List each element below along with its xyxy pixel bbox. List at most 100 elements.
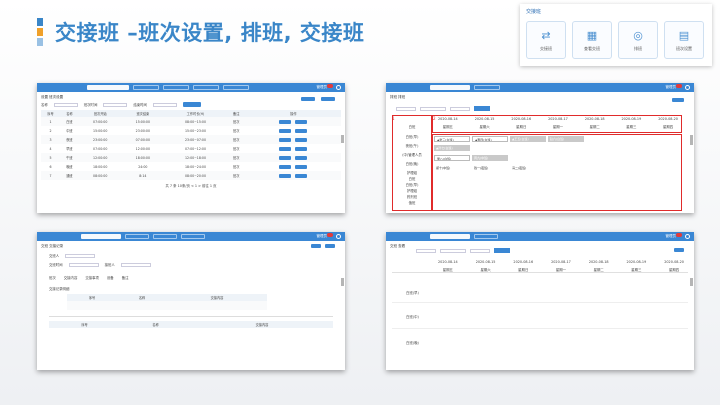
shift-settings-screenshot: 管理员 设置 班次设置 名称 班次时间 结束时间 序号 名称 班次开始 班次结束 工作… <box>37 83 345 213</box>
delete-button[interactable] <box>295 155 308 160</box>
schedule-slot[interactable]: 冯二(夜班) <box>510 165 546 171</box>
save-button[interactable] <box>311 244 321 248</box>
side-row[interactable]: 值班 <box>394 200 430 206</box>
side-row[interactable]: 白班(晚) <box>394 161 430 170</box>
feature-handover-button[interactable]: ⇄ 交接班 <box>526 21 566 59</box>
delete-button[interactable] <box>295 164 308 169</box>
settings-icon[interactable] <box>685 234 690 239</box>
side-row[interactable]: 白班(早) <box>406 290 419 295</box>
query-button[interactable] <box>474 106 490 111</box>
date-prev-input[interactable] <box>416 248 436 253</box>
table-row: 1 白班 07:00:00 15:00:00 08:00~15:00 班次 <box>41 117 341 126</box>
schedule-slot[interactable]: 钱一(夜班) <box>472 165 508 171</box>
schedule-slot[interactable]: ▲张三(白班) <box>434 136 470 142</box>
notification-badge[interactable] <box>676 233 682 237</box>
filter-label: 班次时间 <box>83 103 98 107</box>
add-schedule-button[interactable] <box>672 98 684 102</box>
schedule-slot[interactable]: 吴八(白班) <box>434 155 470 161</box>
side-row[interactable]: 白班(中) <box>406 314 419 319</box>
settings-icon[interactable] <box>336 234 341 239</box>
feature-label: 交接班 <box>540 45 552 51</box>
table-row: 5 午班 12:00:00 18:00:00 12:00~18:00 班次 <box>41 153 341 162</box>
back-button[interactable] <box>325 244 335 248</box>
feature-label: 班次设置 <box>676 45 692 51</box>
calendar-icon: ▦ <box>586 28 598 42</box>
breadcrumb: 交班 交接记录 <box>41 244 64 248</box>
end-input[interactable] <box>152 102 177 107</box>
settings-icon[interactable] <box>336 85 341 90</box>
schedule-slot[interactable]: 赵六(白班) <box>548 136 584 142</box>
scrollbar[interactable] <box>341 135 344 143</box>
form-label: 交接事项 <box>85 276 99 280</box>
shift-table: 序号 名称 班次开始 班次结束 工作时长(H) 备注 操作 1 白班 07:00:00 15:0… <box>41 110 341 180</box>
document-settings-icon: ▤ <box>678 28 690 42</box>
edit-button[interactable] <box>279 119 292 124</box>
schedule-slot[interactable]: 周九(中班) <box>472 155 508 161</box>
notification-badge[interactable] <box>327 233 333 237</box>
handover-time-input[interactable] <box>68 262 99 267</box>
delete-button[interactable] <box>295 173 308 178</box>
form-label: 设备 <box>106 276 114 280</box>
time-input[interactable] <box>103 102 128 107</box>
feature-label: 查看交班 <box>584 45 600 51</box>
scrollbar[interactable] <box>690 278 693 286</box>
export-button[interactable] <box>321 97 335 101</box>
edit-button[interactable] <box>279 128 292 133</box>
settings-icon[interactable] <box>685 85 690 90</box>
delete-button[interactable] <box>295 119 308 124</box>
date-range-input[interactable] <box>440 248 466 253</box>
edit-button[interactable] <box>279 155 292 160</box>
add-button[interactable] <box>674 248 684 252</box>
date-next-input[interactable] <box>470 248 490 253</box>
feature-label: 排班 <box>634 45 642 51</box>
handover-person-input[interactable] <box>65 253 96 258</box>
table-row: 4 早班 07:00:00 12:00:00 07:00~12:00 班次 <box>41 144 341 153</box>
delete-button[interactable] <box>295 146 308 151</box>
date-prev-input[interactable] <box>396 106 416 111</box>
side-row[interactable]: 白班 <box>394 120 430 134</box>
handover-item-table: 序号 名称 交接内容 <box>49 321 333 328</box>
schedule-slot[interactable]: 郑十(中班) <box>434 165 470 171</box>
pagination[interactable]: 共 7 条 10条/页 < 1 > 前往 1 页 <box>37 183 345 188</box>
notification-badge[interactable] <box>676 84 682 88</box>
feature-shift-settings-button[interactable]: ▤ 班次设置 <box>664 21 704 59</box>
edit-button[interactable] <box>279 164 292 169</box>
delete-button[interactable] <box>295 128 308 133</box>
scrollbar[interactable] <box>341 278 344 286</box>
title-logo <box>37 18 43 46</box>
feature-card-header: 交接班 <box>526 9 542 15</box>
side-row[interactable]: (中)管理人员 <box>394 152 430 161</box>
filter-label: 名称 <box>41 103 48 107</box>
name-input[interactable] <box>53 102 78 107</box>
schedule-slot[interactable]: ▲王五(白班) <box>510 136 546 142</box>
table-row: 3 夜班 23:00:00 07:00:00 23:00~07:00 班次 <box>41 135 341 144</box>
query-button[interactable] <box>494 248 510 253</box>
side-row[interactable]: 白班(晚) <box>406 340 419 345</box>
date-next-input[interactable] <box>450 106 470 111</box>
slide-title-bar: 交接班 –班次设置, 排班, 交接班 <box>37 17 364 47</box>
table-row <box>67 301 267 310</box>
date-range-input[interactable] <box>420 106 446 111</box>
feature-view-handover-button[interactable]: ▦ 查看交班 <box>572 21 612 59</box>
breadcrumb: 排班 排班 <box>390 95 406 99</box>
handover-detail-table: 序号 名称 交接内容 <box>67 294 267 310</box>
edit-button[interactable] <box>279 173 292 178</box>
schedule-slot[interactable]: ▲李四(白班) <box>472 136 508 142</box>
edit-button[interactable] <box>279 137 292 142</box>
delete-button[interactable] <box>295 137 308 142</box>
form-label: 交接内容 <box>63 276 78 280</box>
scrollbar[interactable] <box>690 135 693 145</box>
side-row[interactable]: 白班(早) <box>394 134 430 143</box>
side-row[interactable]: 夜班(午) <box>394 143 430 152</box>
receiver-input[interactable] <box>120 262 151 267</box>
table-row: 6 晚班 18:00:00 24:00 18:00~24:00 班次 <box>41 162 341 171</box>
feature-schedule-button[interactable]: ◎ 排班 <box>618 21 658 59</box>
edit-button[interactable] <box>279 146 292 151</box>
add-button[interactable] <box>301 97 315 101</box>
form-label: 接班人 <box>104 263 115 267</box>
search-button[interactable] <box>182 102 201 107</box>
form-label: 备注 <box>121 276 129 280</box>
table-row: 7 通班 08:00:00 8:14 08:00~20:00 班次 <box>41 171 341 180</box>
notification-badge[interactable] <box>327 84 333 88</box>
schedule-slot[interactable]: ▲孙七(白班) <box>434 145 470 151</box>
